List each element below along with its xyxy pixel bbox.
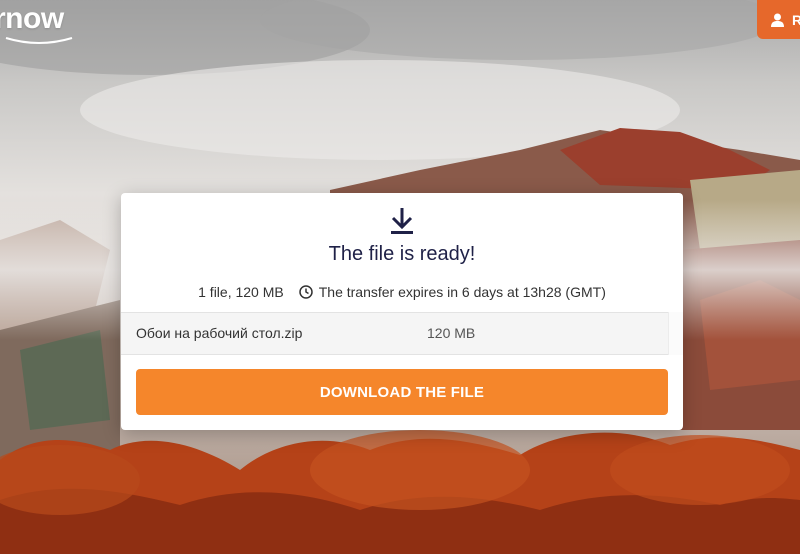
logo[interactable]: rnow <box>0 2 73 44</box>
logo-swoosh <box>5 37 73 44</box>
file-count-size: 1 file, 120 MB <box>198 284 284 300</box>
account-button-label: R <box>792 11 800 28</box>
download-icon <box>391 208 413 234</box>
user-icon <box>771 13 784 27</box>
clock-icon <box>298 285 313 299</box>
logo-text: rnow <box>0 2 64 35</box>
card-title: The file is ready! <box>328 243 476 265</box>
file-list-item: Обои на рабочий стол.zip 120 MB <box>121 312 668 355</box>
account-button[interactable]: R <box>757 0 800 39</box>
transfer-meta: 1 file, 120 MB The transfer expires in 6… <box>121 284 683 300</box>
download-button[interactable]: DOWNLOAD THE FILE <box>136 369 668 415</box>
file-list-scrollbar[interactable] <box>668 312 683 355</box>
download-card: The file is ready! 1 file, 120 MB The tr… <box>121 193 683 430</box>
expiry-text: The transfer expires in 6 days at 13h28 … <box>318 284 606 300</box>
file-name: Обои на рабочий стол.zip <box>136 325 303 341</box>
file-size: 120 MB <box>427 325 476 341</box>
